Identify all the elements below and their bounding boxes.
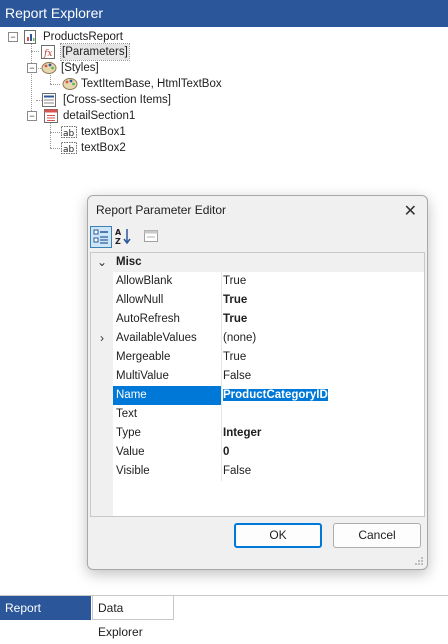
category-label: Misc: [116, 256, 142, 268]
property-pages-icon: [141, 230, 161, 249]
svg-text:fx: fx: [43, 49, 52, 59]
report-parameter-editor-dialog: Report Parameter Editor ✕ AZ ⌄ Misc Allo…: [87, 195, 428, 570]
section-list-icon: [41, 92, 57, 108]
svg-text:A: A: [115, 228, 122, 237]
property-name: AllowBlank: [116, 275, 173, 287]
property-value[interactable]: True: [221, 310, 424, 329]
property-name: AllowNull: [116, 294, 164, 306]
categorized-button[interactable]: [90, 226, 112, 248]
property-value[interactable]: True: [221, 291, 424, 310]
tree-label-cross-section: [Cross-section Items]: [63, 94, 171, 106]
property-name: AutoRefresh: [116, 313, 180, 325]
property-row-allowblank[interactable]: AllowBlank True: [91, 272, 424, 291]
chevron-down-icon[interactable]: ⌄: [95, 253, 109, 272]
textbox-icon: ab: [61, 124, 77, 140]
property-value[interactable]: (none): [221, 329, 424, 348]
collapse-icon[interactable]: −: [27, 111, 37, 121]
property-value[interactable]: False: [221, 367, 424, 386]
tree-label-styles: [Styles]: [61, 62, 99, 74]
resize-grip-icon[interactable]: [414, 556, 424, 566]
palette-icon: [62, 76, 78, 92]
tree-label-textbox2: textBox2: [81, 142, 126, 154]
detail-section-icon: [43, 108, 59, 124]
tree-label-style-item: TextItemBase, HtmlTextBox: [81, 78, 222, 90]
property-row-mergeable[interactable]: Mergeable True: [91, 348, 424, 367]
property-value[interactable]: False: [221, 462, 424, 481]
tree-label-parameters: [Parameters]: [60, 43, 130, 61]
close-icon[interactable]: ✕: [404, 201, 417, 221]
tree-node-style-item[interactable]: TextItemBase, HtmlTextBox: [0, 76, 260, 92]
svg-text:ab: ab: [63, 145, 75, 155]
collapse-icon[interactable]: −: [8, 32, 18, 42]
property-row-autorefresh[interactable]: AutoRefresh True: [91, 310, 424, 329]
property-value[interactable]: 0: [221, 443, 424, 462]
tree-label-detail: detailSection1: [63, 110, 136, 122]
category-row-misc[interactable]: ⌄ Misc: [91, 253, 424, 272]
tree-label-textbox1: textBox1: [81, 126, 126, 138]
tree-node-root[interactable]: − ProductsReport: [0, 29, 200, 45]
svg-text:ab: ab: [63, 129, 75, 139]
property-name: Visible: [116, 465, 150, 477]
dialog-title: Report Parameter Editor: [96, 203, 227, 217]
chevron-right-icon[interactable]: ›: [95, 329, 109, 348]
categorized-icon: [91, 229, 111, 250]
property-row-text[interactable]: Text: [91, 405, 424, 424]
property-value[interactable]: True: [221, 348, 424, 367]
property-row-type[interactable]: Type Integer: [91, 424, 424, 443]
textbox-icon: ab: [61, 140, 77, 156]
property-name: Name: [113, 386, 221, 405]
report-icon: [22, 29, 38, 45]
alphabetical-icon: AZ: [113, 228, 133, 249]
property-name: Value: [116, 446, 145, 458]
property-name: Text: [116, 408, 138, 420]
alphabetical-button[interactable]: AZ: [113, 226, 135, 248]
property-row-name[interactable]: Name ProductCategoryID: [91, 386, 424, 405]
tree-node-styles[interactable]: − [Styles]: [0, 60, 200, 76]
property-row-visible[interactable]: Visible False: [91, 462, 424, 481]
tree-node-detail[interactable]: − detailSection1: [0, 108, 200, 124]
tree-node-parameters[interactable]: fx [Parameters]: [0, 43, 200, 61]
tab-data-explorer[interactable]: Data Explorer: [92, 596, 174, 639]
property-row-value[interactable]: Value 0: [91, 443, 424, 462]
property-value[interactable]: [221, 405, 424, 424]
property-row-multivalue[interactable]: MultiValue False: [91, 367, 424, 386]
parameters-icon: fx: [40, 44, 56, 60]
tab-report-explorer[interactable]: Report Explorer: [0, 596, 91, 639]
property-value-editor[interactable]: ProductCategoryID: [221, 386, 424, 405]
ok-button[interactable]: OK: [234, 523, 322, 548]
palette-icon: [41, 60, 57, 76]
selected-value-text[interactable]: ProductCategoryID: [222, 388, 329, 402]
property-row-allownull[interactable]: AllowNull True: [91, 291, 424, 310]
svg-text:Z: Z: [115, 237, 121, 246]
tree-label-root: ProductsReport: [43, 31, 123, 43]
property-grid[interactable]: ⌄ Misc AllowBlank True AllowNull True Au…: [90, 252, 425, 517]
cancel-button[interactable]: Cancel: [333, 523, 421, 548]
property-pages-button[interactable]: [141, 226, 163, 248]
property-name: Mergeable: [116, 351, 171, 363]
report-tree: − ProductsReport fx [Parameters] − [Styl…: [0, 27, 448, 167]
property-name: AvailableValues: [116, 332, 197, 344]
property-value[interactable]: True: [221, 272, 424, 291]
property-name: Type: [116, 427, 141, 439]
collapse-icon[interactable]: −: [27, 63, 37, 73]
tree-node-textbox1[interactable]: ab textBox1: [0, 124, 200, 140]
property-row-availablevalues[interactable]: › AvailableValues (none): [91, 329, 424, 348]
property-name: MultiValue: [116, 370, 169, 382]
panel-title: Report Explorer: [0, 0, 448, 27]
property-value[interactable]: Integer: [221, 424, 424, 443]
tree-node-textbox2[interactable]: ab textBox2: [0, 140, 200, 156]
tree-node-cross-section[interactable]: [Cross-section Items]: [0, 92, 220, 108]
